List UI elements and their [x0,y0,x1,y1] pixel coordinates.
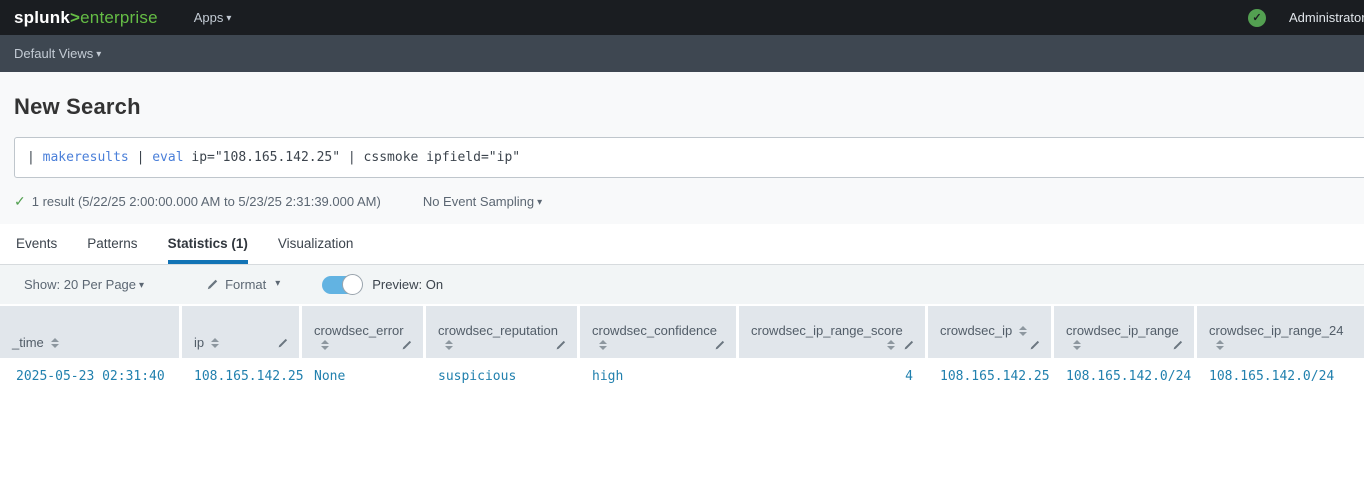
chevron-down-icon: ▾ [139,280,144,291]
result-count-summary: 1 result (5/22/25 2:00:00.000 AM to 5/23… [32,194,381,209]
cell-crowdsec_ip_range_24[interactable]: 108.165.142.0/24 [1197,358,1364,394]
chevron-down-icon: ▾ [226,13,231,24]
format-menu[interactable]: Format ▾ [206,277,280,292]
cell-crowdsec_confidence[interactable]: high [580,358,736,394]
job-done-check-icon: ✓ [14,193,26,210]
sort-icon[interactable] [211,338,219,348]
logo-splunk-text: splunk [14,8,70,27]
column-label: crowdsec_error [314,322,404,339]
table-body: 2025-05-23 02:31:40108.165.142.25Nonesus… [0,358,1364,394]
app-bar: Default Views▾ [0,35,1364,72]
sort-icon[interactable] [1019,326,1027,336]
edit-column-icon[interactable] [714,339,726,351]
column-label: ip [194,334,204,351]
query-segment: | [129,150,152,165]
table-row: 2025-05-23 02:31:40108.165.142.25Nonesus… [0,358,1364,394]
sort-icon[interactable] [1073,340,1081,350]
column-label: _time [12,334,44,351]
table-header-row: _time ip crowdsec_error crowdsec_reputation… [0,306,1364,358]
sort-icon[interactable] [445,340,453,350]
column-header-crowdsec_ip[interactable]: crowdsec_ip [928,306,1051,358]
edit-column-icon[interactable] [1029,339,1041,351]
sort-icon[interactable] [1216,340,1224,350]
cell-crowdsec_ip_range_score[interactable]: 4 [739,358,925,394]
column-label: crowdsec_ip_range_score [751,322,903,339]
pagination-menu[interactable]: Show: 20 Per Page▾ [24,277,144,292]
cell-crowdsec_ip[interactable]: 108.165.142.25 [928,358,1051,394]
user-area: ✓ Administrator [1248,0,1364,35]
query-segment: eval [152,150,183,165]
pagination-label: Show: 20 Per Page [24,277,136,292]
column-label: crowdsec_confidence [592,322,717,339]
tab-visualization[interactable]: Visualization [278,224,354,264]
tab-events[interactable]: Events [16,224,57,264]
apps-menu[interactable]: Apps▾ [194,10,232,25]
apps-menu-label: Apps [194,10,224,25]
default-views-label: Default Views [14,46,93,61]
column-header-_time[interactable]: _time [0,306,179,358]
sort-icon[interactable] [599,340,607,350]
preview-status-label: Preview: On [372,277,443,292]
column-header-ip[interactable]: ip [182,306,299,358]
format-label: Format [225,277,266,292]
cell-ip[interactable]: 108.165.142.25 [182,358,299,394]
search-header: New Search | makeresults | eval ip="108.… [0,72,1364,224]
cell-_time[interactable]: 2025-05-23 02:31:40 [0,358,179,394]
cell-crowdsec_reputation[interactable]: suspicious [426,358,577,394]
edit-column-icon[interactable] [903,339,915,351]
logo-enterprise-text: enterprise [80,8,158,27]
edit-column-icon[interactable] [401,339,413,351]
column-header-crowdsec_error[interactable]: crowdsec_error [302,306,423,358]
sort-icon[interactable] [321,340,329,350]
edit-column-icon[interactable] [1172,339,1184,351]
sort-icon[interactable] [887,340,895,350]
column-header-crowdsec_ip_range_score[interactable]: crowdsec_ip_range_score [739,306,925,358]
column-header-crowdsec_ip_range_24[interactable]: crowdsec_ip_range_24 [1197,306,1364,358]
event-sampling-label: No Event Sampling [423,194,534,209]
column-header-crowdsec_ip_range[interactable]: crowdsec_ip_range [1054,306,1194,358]
query-segment: makeresults [43,150,129,165]
top-bar: splunk>enterprise Apps▾ ✓ Administrator [0,0,1364,35]
splunk-logo[interactable]: splunk>enterprise [14,8,158,28]
query-segment: | [27,150,43,165]
job-status-row: ✓ 1 result (5/22/25 2:00:00.000 AM to 5/… [14,193,1350,210]
column-header-crowdsec_reputation[interactable]: crowdsec_reputation [426,306,577,358]
chevron-down-icon: ▾ [275,278,280,289]
statistics-table: _time ip crowdsec_error crowdsec_reputation… [0,306,1364,394]
chevron-down-icon: ▾ [537,197,542,208]
page-title: New Search [14,94,1350,120]
search-input[interactable]: | makeresults | eval ip="108.165.142.25"… [14,137,1364,178]
search-query: | makeresults | eval ip="108.165.142.25"… [27,150,520,165]
column-label: crowdsec_reputation [438,322,558,339]
query-segment: ip="108.165.142.25" | cssmoke ipfield="i… [184,150,521,165]
column-label: crowdsec_ip [940,322,1012,339]
column-label: crowdsec_ip_range [1066,322,1179,339]
chevron-down-icon: ▾ [96,49,101,60]
edit-column-icon[interactable] [277,337,289,349]
column-header-crowdsec_confidence[interactable]: crowdsec_confidence [580,306,736,358]
cell-crowdsec_error[interactable]: None [302,358,423,394]
tab-patterns[interactable]: Patterns [87,224,137,264]
column-label: crowdsec_ip_range_24 [1209,322,1343,339]
pencil-icon [206,278,219,291]
health-check-icon[interactable]: ✓ [1248,9,1266,27]
statistics-toolbar: Show: 20 Per Page▾ Format▾ Preview: On [0,264,1364,304]
preview-toggle[interactable] [322,276,362,294]
default-views-menu[interactable]: Default Views▾ [14,46,101,61]
cell-crowdsec_ip_range[interactable]: 108.165.142.0/24 [1054,358,1194,394]
toggle-knob [342,274,363,295]
event-sampling-menu[interactable]: No Event Sampling▾ [423,194,542,209]
tab-statistics-1[interactable]: Statistics (1) [168,224,248,264]
edit-column-icon[interactable] [555,339,567,351]
results-tabs: Events Patterns Statistics (1) Visualizatio… [0,224,1364,264]
user-menu[interactable]: Administrator [1289,10,1364,25]
sort-icon[interactable] [51,338,59,348]
logo-gt-symbol: > [70,8,80,27]
